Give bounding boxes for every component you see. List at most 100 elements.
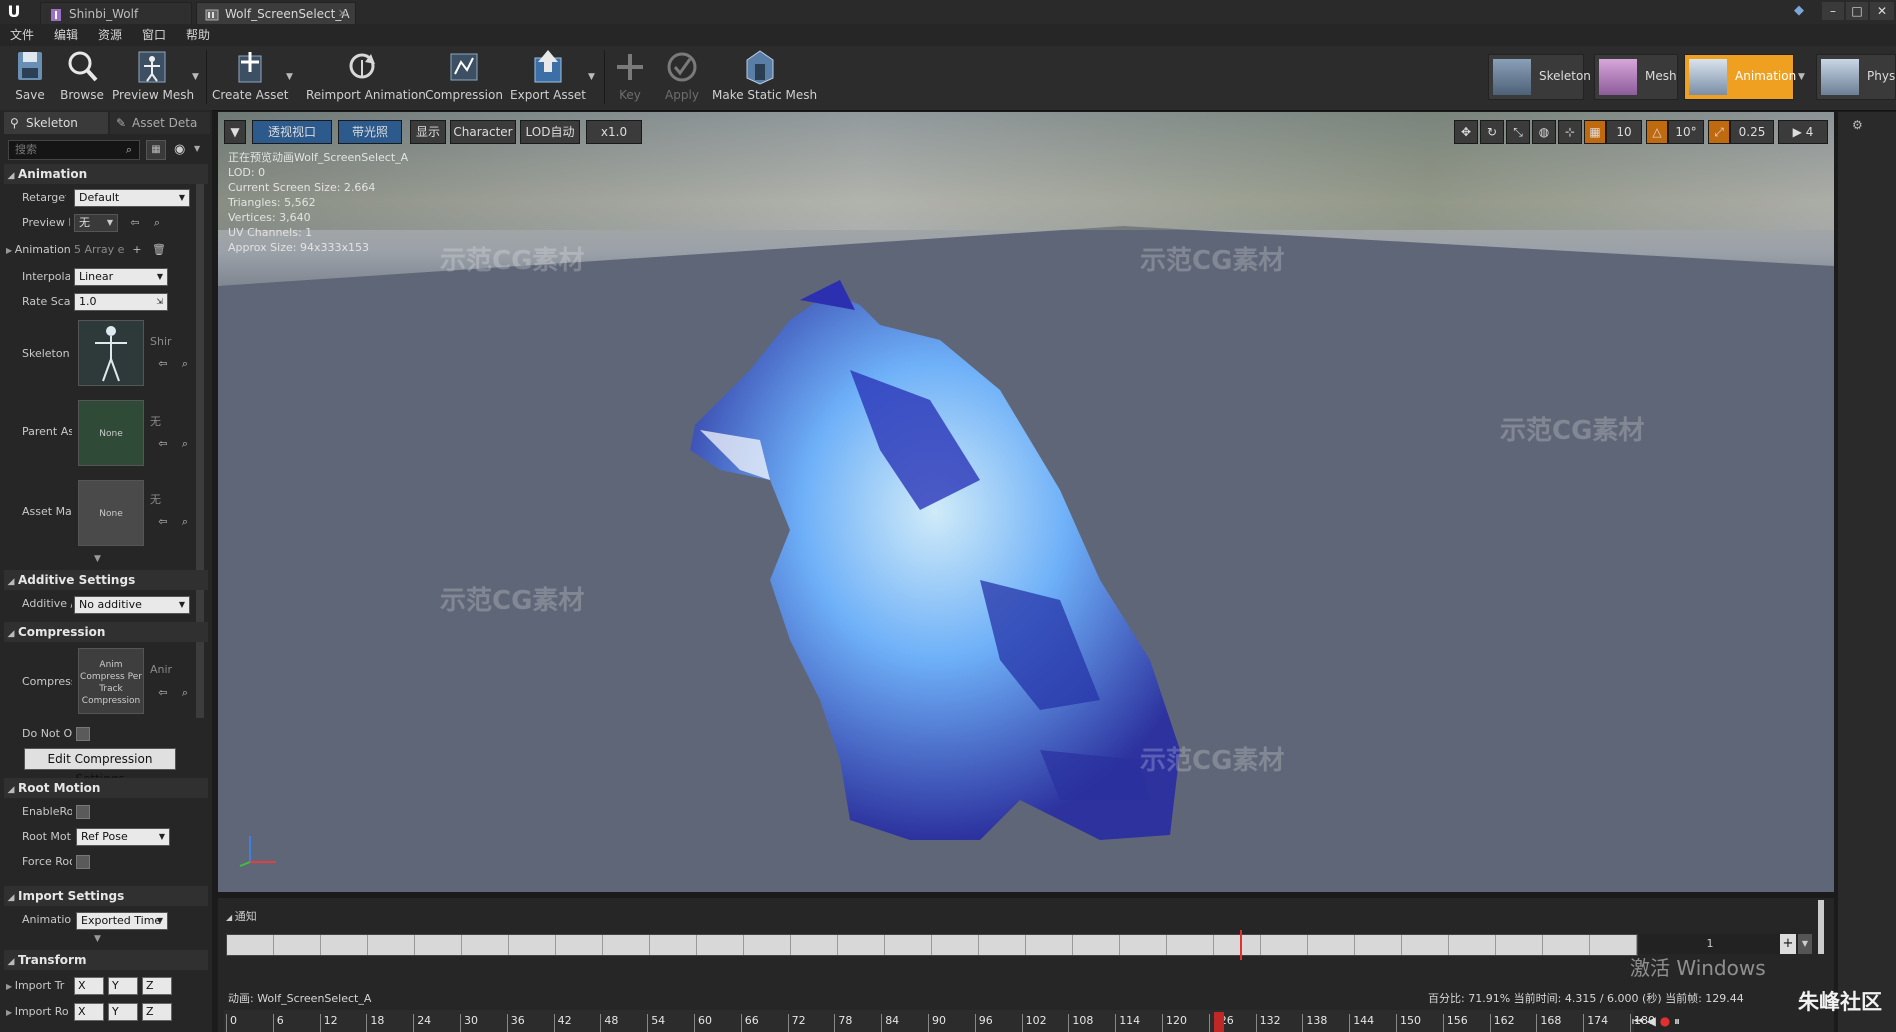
use-selected-arrow-icon[interactable]: ⇦ <box>156 515 170 529</box>
export-dropdown-icon[interactable]: ▼ <box>588 72 595 82</box>
import-translation-y[interactable]: Y <box>108 977 138 995</box>
browse-asset-icon[interactable]: ⌕ <box>178 357 192 371</box>
skeleton-thumbnail[interactable] <box>78 320 144 386</box>
preview-pose-combo[interactable]: 无 ▼ <box>74 214 118 232</box>
enable-root-motion-checkbox[interactable] <box>76 805 90 819</box>
animation-length-combo[interactable]: Exported Time ▼ <box>76 912 168 930</box>
add-element-icon[interactable]: + <box>130 243 144 257</box>
track-dropdown-icon[interactable]: ▼ <box>1798 934 1812 954</box>
rotate-tool-icon[interactable]: ↻ <box>1480 120 1504 144</box>
minimize-button[interactable]: – <box>1822 2 1844 20</box>
menu-asset[interactable]: 资源 <box>98 24 122 46</box>
key-button[interactable]: Key <box>612 48 648 108</box>
import-rotation-y[interactable]: Y <box>108 1003 138 1021</box>
grid-snap-icon[interactable]: ▦ <box>1584 120 1606 144</box>
menu-window[interactable]: 窗口 <box>142 24 166 46</box>
additive-settings-header[interactable]: ◢ Additive Settings <box>4 570 208 590</box>
save-button[interactable]: Save <box>8 48 52 108</box>
close-window-button[interactable]: ✕ <box>1870 2 1894 20</box>
track-index-field[interactable]: 1 <box>1640 934 1780 954</box>
use-selected-arrow-icon[interactable]: ⇦ <box>156 357 170 371</box>
compression-button[interactable]: Compression <box>424 48 504 108</box>
eye-dropdown-icon[interactable]: ▼ <box>194 144 200 153</box>
camera-speed-button[interactable]: ▶ 4 <box>1778 120 1828 144</box>
perspective-view-button[interactable]: 透视视口 <box>252 120 332 144</box>
transport-controls[interactable]: ⏮ ◀ ● ⏸ <box>1632 1014 1680 1029</box>
character-menu-button[interactable]: Character <box>450 120 516 144</box>
use-selected-arrow-icon[interactable]: ⇦ <box>128 216 142 230</box>
browse-asset-icon[interactable]: ⌕ <box>178 686 192 700</box>
asset-mapping-combo[interactable]: 无 <box>150 490 180 510</box>
import-rotation-x[interactable]: X <box>74 1003 104 1021</box>
export-asset-button[interactable]: Export Asset <box>508 48 588 108</box>
use-selected-arrow-icon[interactable]: ⇦ <box>156 437 170 451</box>
force-root-lock-checkbox[interactable] <box>76 855 90 869</box>
import-settings-header[interactable]: ◢ Import Settings <box>4 886 208 906</box>
menu-help[interactable]: 帮助 <box>186 24 210 46</box>
create-asset-dropdown-icon[interactable]: ▼ <box>286 72 293 82</box>
animation-mode-dropdown-icon[interactable]: ▼ <box>1798 72 1805 82</box>
mode-physics[interactable]: Phys <box>1816 54 1896 100</box>
lit-mode-button[interactable]: 带光照 <box>338 120 402 144</box>
playhead-marker[interactable] <box>1240 930 1242 960</box>
additive-type-combo[interactable]: No additive ▼ <box>74 596 190 614</box>
show-menu-button[interactable]: 显示 <box>410 120 446 144</box>
step-back-icon[interactable]: ◀ <box>1647 1014 1656 1028</box>
pause-icon[interactable]: ⏸ <box>1674 1014 1680 1028</box>
tab-wolf-screenselect[interactable]: Wolf_ScreenSelect_A ✕ <box>196 2 356 24</box>
parent-asset-combo[interactable]: 无 <box>150 412 180 432</box>
grid-snap-value[interactable]: 10 <box>1606 120 1642 144</box>
use-selected-arrow-icon[interactable]: ⇦ <box>156 686 170 700</box>
expand-advanced-icon[interactable]: ▼ <box>94 934 101 944</box>
interpolation-combo[interactable]: Linear ▼ <box>74 268 168 286</box>
scrub-playhead[interactable] <box>1214 1012 1224 1032</box>
search-input[interactable]: 搜索 <box>8 140 140 160</box>
create-asset-button[interactable]: Create Asset <box>212 48 289 108</box>
scale-snap-icon[interactable]: ⤢ <box>1708 120 1730 144</box>
import-rotation-z[interactable]: Z <box>142 1003 172 1021</box>
preview-mesh-button[interactable]: Preview Mesh <box>112 48 194 108</box>
do-not-override-checkbox[interactable] <box>76 727 90 741</box>
browse-asset-icon[interactable]: ⌕ <box>150 216 164 230</box>
feedback-icon[interactable]: ◆ <box>1794 3 1810 19</box>
edit-compression-settings-button[interactable]: Edit Compression Settings <box>24 748 176 786</box>
world-space-icon[interactable]: ◍ <box>1532 120 1556 144</box>
add-track-button[interactable]: + <box>1780 934 1796 954</box>
notify-track[interactable] <box>226 934 1638 956</box>
root-motion-section-header[interactable]: ◢ Root Motion <box>4 778 208 798</box>
maximize-button[interactable]: □ <box>1846 2 1868 20</box>
rotation-snap-icon[interactable]: △ <box>1646 120 1668 144</box>
tab-shinbi-wolf[interactable]: Shinbi_Wolf <box>40 2 192 24</box>
compression-scheme-thumbnail[interactable]: Anim Compress Per Track Compression <box>78 648 144 714</box>
surface-snap-icon[interactable]: ⊹ <box>1558 120 1582 144</box>
compression-scheme-combo[interactable]: Anir <box>150 660 184 680</box>
rotation-snap-value[interactable]: 10° <box>1668 120 1704 144</box>
import-translation-x[interactable]: X <box>74 977 104 995</box>
viewport-options-dropdown[interactable]: ▼ <box>224 120 246 144</box>
reimport-animation-button[interactable]: Reimport Animation <box>306 48 426 108</box>
tab-skeleton-tree[interactable]: ⚲ Skeleton <box>4 112 108 134</box>
import-translation-z[interactable]: Z <box>142 977 172 995</box>
scale-tool-icon[interactable]: ⤡ <box>1506 120 1530 144</box>
mode-animation[interactable]: Animation <box>1684 54 1796 100</box>
menu-file[interactable]: 文件 <box>10 24 34 46</box>
rate-scale-input[interactable]: 1.0 ⇲ <box>74 293 168 311</box>
lod-auto-button[interactable]: LOD自动 <box>520 120 580 144</box>
timeline-scrollbar[interactable] <box>1818 900 1824 954</box>
compression-section-header[interactable]: ◢ Compression <box>4 622 208 642</box>
mode-mesh[interactable]: Mesh <box>1594 54 1678 100</box>
delete-icon[interactable]: 🗑 <box>152 243 166 257</box>
browse-button[interactable]: Browse <box>56 48 108 108</box>
skip-back-icon[interactable]: ⏮ <box>1632 1014 1643 1028</box>
settings-icon[interactable]: ⚙ <box>1852 118 1863 132</box>
make-static-mesh-button[interactable]: Make Static Mesh <box>712 48 817 108</box>
menu-edit[interactable]: 编辑 <box>54 24 78 46</box>
asset-mapping-thumbnail[interactable]: None <box>78 480 144 546</box>
root-motion-lock-combo[interactable]: Ref Pose ▼ <box>76 828 170 846</box>
expand-advanced-icon[interactable]: ▼ <box>94 554 101 564</box>
mode-skeleton[interactable]: Skeleton <box>1488 54 1591 100</box>
preview-mesh-dropdown-icon[interactable]: ▼ <box>192 72 199 82</box>
browse-asset-icon[interactable]: ⌕ <box>178 437 192 451</box>
transform-section-header[interactable]: ◢ Transform <box>4 950 208 970</box>
animation-section-header[interactable]: ◢ Animation <box>4 164 208 184</box>
